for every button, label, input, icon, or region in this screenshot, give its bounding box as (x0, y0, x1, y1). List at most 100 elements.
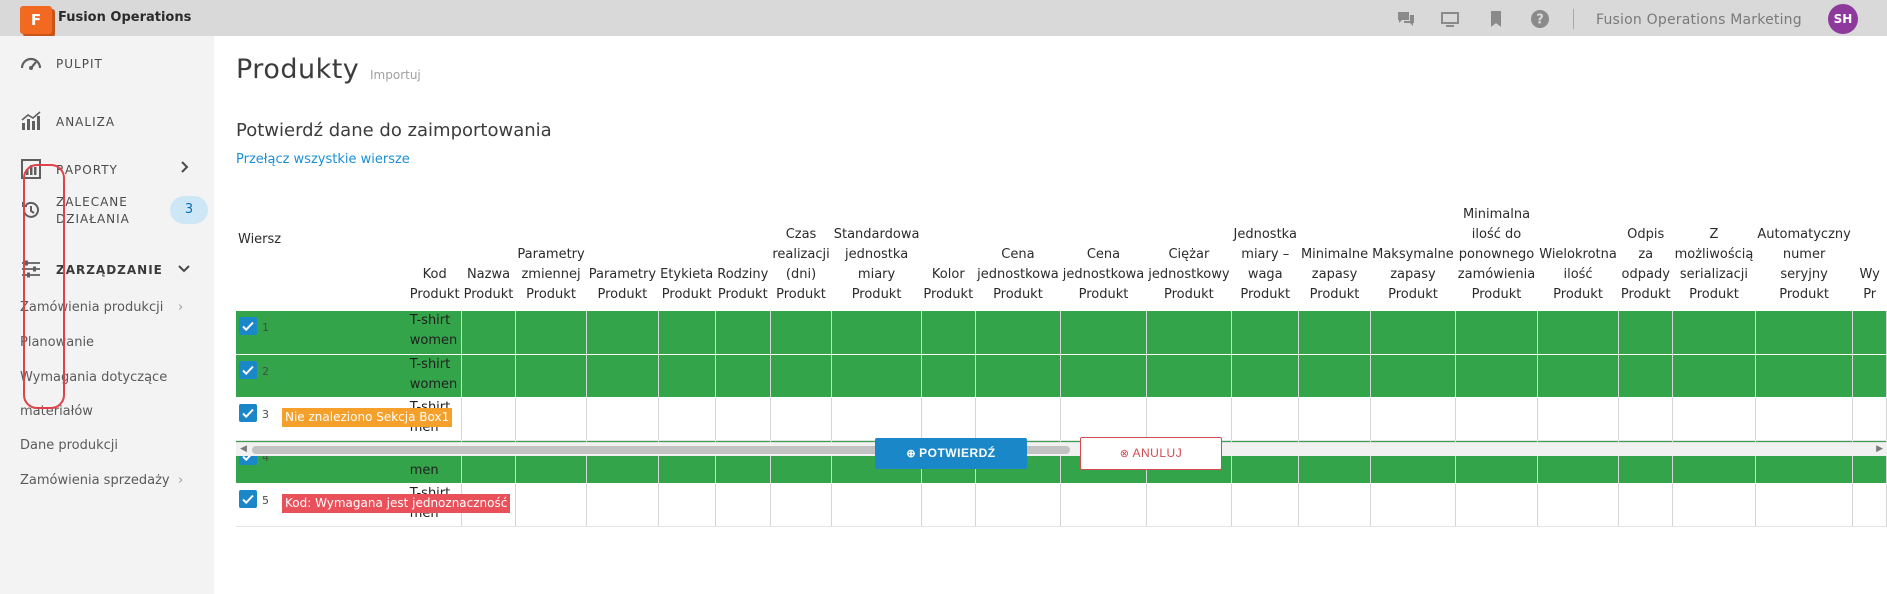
table-cell (586, 483, 659, 527)
table-cell (1455, 483, 1538, 527)
toggle-all-rows-link[interactable]: Przełącz wszystkie wiersze (236, 152, 410, 167)
table-cell (586, 311, 659, 355)
table-cell (1060, 483, 1147, 527)
row-cell: 1 (236, 311, 408, 355)
sidebar-item-pulpit[interactable]: PULPIT (0, 50, 214, 78)
user-avatar[interactable]: SH (1828, 4, 1858, 34)
table-cell (1298, 397, 1371, 441)
table-cell (515, 354, 588, 398)
table-header-row: Wiersz Kod Produkt Nazwa Produkt Paramet… (236, 174, 1887, 311)
page-title: Produkty (236, 54, 360, 85)
table-cell (1298, 311, 1371, 355)
table-cell (715, 483, 771, 527)
table-cell (921, 397, 976, 441)
confirm-button-label: POTWIERDŹ (919, 446, 996, 460)
section-title: Potwierdź dane do zaimportowania (236, 120, 552, 141)
table-cell (461, 397, 516, 441)
table-cell (1370, 311, 1457, 355)
table-cell (1298, 354, 1371, 398)
column-header: Kod Produkt (409, 267, 460, 302)
sidebar-label-analiza: ANALIZA (56, 115, 116, 129)
page-subtitle: Importuj (370, 68, 421, 82)
column-header: Ciężar jednostkowy Produkt (1148, 247, 1230, 302)
table-cell (1146, 397, 1233, 441)
row-number: 3 (262, 407, 269, 421)
row-number: 1 (262, 321, 269, 334)
scroll-right-icon[interactable]: ▶ (1876, 444, 1883, 454)
table-cell (586, 397, 659, 441)
row-checkbox[interactable] (239, 489, 257, 508)
app-logo[interactable]: F (20, 6, 52, 34)
row-checkbox[interactable] (239, 317, 257, 335)
table-cell (658, 397, 716, 441)
table-cell (1060, 311, 1147, 355)
table-cell (715, 397, 771, 441)
table-cell (658, 354, 716, 398)
table-cell (1672, 354, 1756, 398)
table-cell (1618, 483, 1674, 527)
table-cell (1231, 397, 1300, 441)
code-cell: T-shirt women (407, 311, 463, 355)
table-row[interactable]: 2 T-shirt women (236, 354, 1887, 398)
column-header: Czas realizacji (dni) Produkt (772, 227, 830, 302)
table-cell (1618, 354, 1674, 398)
table-cell (1370, 483, 1457, 527)
table-row[interactable]: 1 T-shirt women (236, 311, 1887, 355)
table-cell (461, 311, 516, 355)
table-cell (1672, 311, 1756, 355)
table-cell (975, 311, 1062, 355)
table-cell (1370, 397, 1457, 441)
app-title[interactable]: Fusion Operations (58, 10, 191, 25)
svg-text:?: ? (1536, 13, 1544, 28)
table-cell (1672, 397, 1756, 441)
bookmark-icon[interactable] (1486, 9, 1506, 29)
column-header: Wiersz (238, 231, 282, 247)
table-cell (1755, 311, 1854, 355)
table-row[interactable]: 5Kod: Wymagana jest jednoznacznośćT-shir… (236, 483, 1887, 527)
table-cell (831, 397, 922, 441)
table-cell (1852, 483, 1887, 527)
monitor-icon[interactable] (1440, 9, 1460, 29)
table-cell (1755, 483, 1854, 527)
chat-icon[interactable] (1396, 9, 1416, 29)
table-cell (1672, 483, 1756, 527)
table-cell (831, 311, 922, 355)
sidebar-item-analiza[interactable]: ANALIZA (0, 108, 214, 136)
cancel-button-label: ANULUJ (1132, 446, 1183, 460)
horizontal-scrollbar[interactable]: ◀ ▶ (236, 442, 1887, 456)
column-header: Nazwa Produkt (463, 267, 514, 302)
table-cell (1060, 354, 1147, 398)
confirm-button[interactable]: ⊕ POTWIERDŹ (875, 438, 1027, 469)
table-cell (461, 354, 516, 398)
table-cell (1852, 397, 1887, 441)
table-cell (1231, 483, 1300, 527)
cancel-circle-icon: ⊗ (1119, 448, 1130, 460)
code-line: T-shirt (409, 356, 451, 372)
help-icon[interactable]: ? (1530, 9, 1550, 29)
table-cell (1146, 354, 1233, 398)
table-cell (921, 483, 976, 527)
table-row[interactable]: 3Nie znaleziono Sekcja Box1T-shirtmen (236, 397, 1887, 441)
row-checkbox[interactable] (239, 360, 257, 379)
row-number: 2 (262, 364, 269, 378)
column-header: Wy Pr (1859, 267, 1880, 302)
table-cell (1537, 311, 1620, 355)
org-name[interactable]: Fusion Operations Marketing (1596, 12, 1802, 28)
row-cell: 2 (236, 354, 408, 398)
row-error-label: Nie znaleziono Sekcja Box1 (282, 407, 453, 427)
cancel-button[interactable]: ⊗ ANULUJ (1080, 437, 1222, 470)
sidebar-subitem-zamowienia-sprzedazy[interactable]: Zamówienia sprzedaży (20, 473, 170, 488)
sidebar-subitem-dane-produkcji[interactable]: Dane produkcji (20, 438, 118, 453)
chevron-down-icon (178, 262, 190, 278)
table-cell (1298, 483, 1371, 527)
import-table-container[interactable]: Wiersz Kod Produkt Nazwa Produkt Paramet… (236, 174, 1887, 544)
table-cell (921, 354, 976, 398)
row-selection-highlight (23, 164, 65, 409)
table-cell (770, 354, 833, 398)
column-header: Etykieta Produkt (660, 267, 714, 302)
row-checkbox[interactable] (239, 403, 257, 422)
column-header: Kolor Produkt (923, 267, 974, 302)
table-cell (1618, 311, 1674, 355)
scroll-left-icon[interactable]: ◀ (240, 444, 247, 454)
sidebar-label-pulpit: PULPIT (56, 57, 103, 71)
